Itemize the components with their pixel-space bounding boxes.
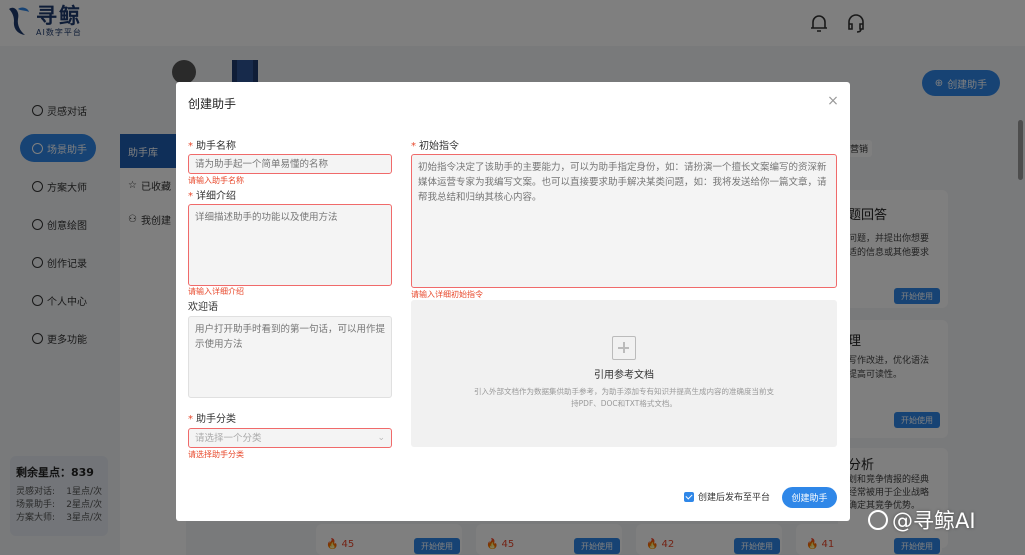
watermark-logo-icon: [868, 510, 888, 530]
welcome-label: 欢迎语: [188, 302, 218, 313]
publish-option[interactable]: 创建后发布至平台: [684, 490, 770, 503]
chevron-down-icon: ⌄: [377, 433, 385, 443]
category-error: 请选择助手分类: [188, 450, 244, 459]
category-placeholder: 请选择一个分类: [195, 433, 262, 444]
publish-label: 创建后发布至平台: [698, 493, 771, 503]
category-select[interactable]: 请选择一个分类 ⌄: [188, 428, 392, 448]
prompt-label: * 初始指令: [411, 141, 459, 152]
name-error: 请输入助手名称: [188, 176, 244, 185]
prompt-error: 请输入详细初始指令: [411, 290, 483, 299]
prompt-textarea[interactable]: [411, 154, 837, 288]
category-label: * 助手分类: [188, 414, 236, 425]
name-label: * 助手名称: [188, 141, 236, 152]
publish-checkbox[interactable]: [684, 491, 694, 502]
detail-textarea[interactable]: [188, 204, 392, 286]
add-document-icon: [612, 336, 636, 360]
dialog-title: 创建助手: [188, 97, 237, 111]
reference-description: 引入外部文档作为数据集供助手参考，为助手添加专有知识并提高生成内容的准确度当前支…: [474, 387, 774, 408]
detail-error: 请输入详细介绍: [188, 287, 244, 296]
watermark: @寻鲸AI: [868, 505, 976, 535]
create-assistant-dialog: 创建助手 × *助手名称 请输入助手名称 *详细介绍 请输入详细介绍 欢迎语 *…: [176, 82, 850, 521]
name-input[interactable]: [188, 154, 392, 174]
welcome-textarea[interactable]: [188, 316, 392, 398]
reference-upload-area[interactable]: 引用参考文档 引入外部文档作为数据集供助手参考，为助手添加专有知识并提高生成内容…: [411, 300, 837, 447]
reference-title: 引用参考文档: [594, 370, 654, 381]
detail-label: * 详细介绍: [188, 191, 236, 202]
create-assistant-button[interactable]: 创建助手: [782, 487, 837, 508]
close-icon[interactable]: ×: [826, 94, 840, 108]
